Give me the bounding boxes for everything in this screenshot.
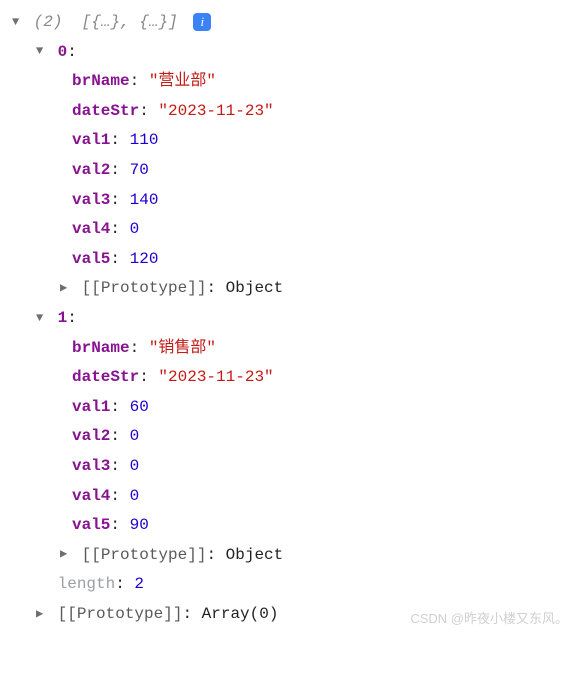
prop-value: 0 [130,487,140,505]
prop-row[interactable]: dateStr: "2023-11-23" [12,363,570,393]
prop-key: val3 [72,191,110,209]
prop-row[interactable]: val1: 110 [12,126,570,156]
chevron-down-icon[interactable] [36,307,48,329]
prop-row[interactable]: val2: 0 [12,422,570,452]
chevron-down-icon[interactable] [36,40,48,62]
prop-key: dateStr [72,368,139,386]
prop-value: 60 [130,398,149,416]
proto-value: Object [226,279,284,297]
proto-key: [[Prototype]] [82,279,207,297]
prop-row[interactable]: brName: "销售部" [12,334,570,364]
prop-value: 70 [130,161,149,179]
chevron-right-icon[interactable] [60,543,72,565]
prop-key: val1 [72,398,110,416]
prototype-row[interactable]: [[Prototype]]: Object [12,274,570,304]
prop-value: 0 [130,427,140,445]
proto-key: [[Prototype]] [82,546,207,564]
prop-row[interactable]: val5: 90 [12,511,570,541]
index-label: 0 [58,43,68,61]
prop-key: val2 [72,161,110,179]
prop-value: 0 [130,457,140,475]
prop-row[interactable]: val5: 120 [12,245,570,275]
prop-value: 140 [130,191,159,209]
prop-value: 90 [130,516,149,534]
prop-value: 0 [130,220,140,238]
length-key: length [58,575,116,593]
prop-row[interactable]: val2: 70 [12,156,570,186]
prop-key: val1 [72,131,110,149]
prop-row[interactable]: val3: 140 [12,186,570,216]
prop-key: dateStr [72,102,139,120]
proto-value: Array(0) [202,605,279,623]
prop-value: "2023-11-23" [158,102,273,120]
array-prototype-row[interactable]: [[Prototype]]: Array(0) [12,600,570,630]
chevron-down-icon[interactable] [12,11,24,33]
prop-row[interactable]: brName: "营业部" [12,67,570,97]
chevron-right-icon[interactable] [60,277,72,299]
array-index-0[interactable]: 0: [12,38,570,68]
prop-key: val5 [72,516,110,534]
prop-key: val4 [72,487,110,505]
prop-row[interactable]: val3: 0 [12,452,570,482]
prop-row[interactable]: val4: 0 [12,215,570,245]
prop-value: "2023-11-23" [158,368,273,386]
prop-row[interactable]: val4: 0 [12,482,570,512]
prop-key: brName [72,72,130,90]
index-label: 1 [58,309,68,327]
proto-value: Object [226,546,284,564]
array-summary-row[interactable]: (2) [{…}, {…}] i [12,8,570,38]
array-index-1[interactable]: 1: [12,304,570,334]
length-row[interactable]: length: 2 [12,570,570,600]
array-count: (2) [34,13,63,31]
prop-value: "销售部" [149,339,216,357]
prop-key: val5 [72,250,110,268]
prop-key: val4 [72,220,110,238]
length-value: 2 [134,575,144,593]
prop-key: brName [72,339,130,357]
prototype-row[interactable]: [[Prototype]]: Object [12,541,570,571]
array-preview: [{…}, {…}] [72,13,178,31]
chevron-right-icon[interactable] [36,603,48,625]
prop-value: 120 [130,250,159,268]
prop-value: "营业部" [149,72,216,90]
prop-row[interactable]: dateStr: "2023-11-23" [12,97,570,127]
prop-value: 110 [130,131,159,149]
prop-key: val2 [72,427,110,445]
prop-key: val3 [72,457,110,475]
info-icon[interactable]: i [193,13,211,31]
prop-row[interactable]: val1: 60 [12,393,570,423]
proto-key: [[Prototype]] [58,605,183,623]
